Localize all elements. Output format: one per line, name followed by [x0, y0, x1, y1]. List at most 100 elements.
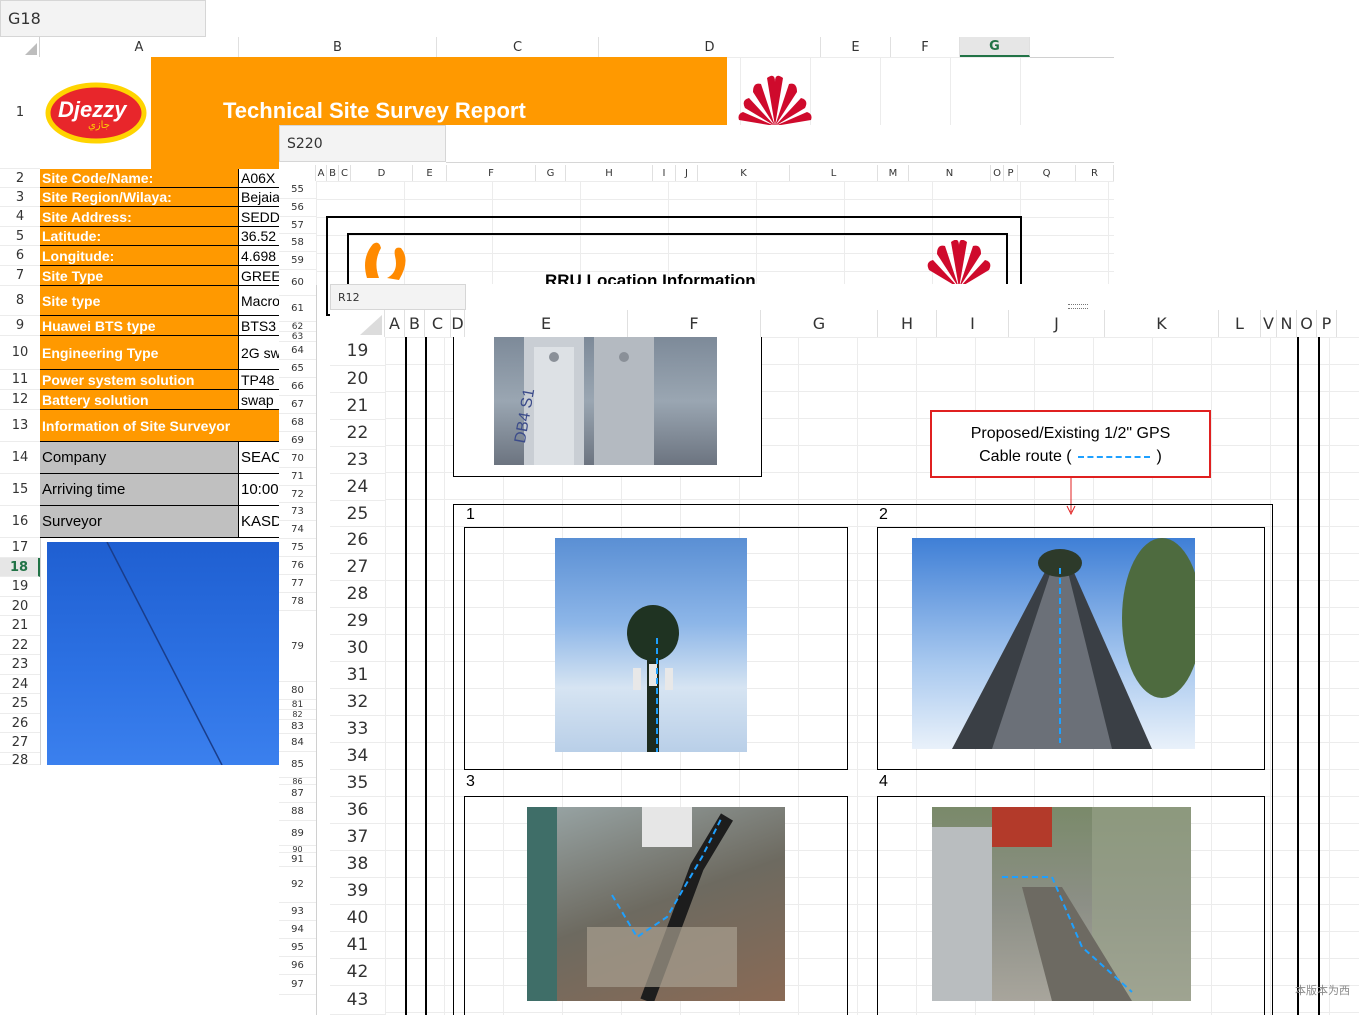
row-29[interactable]: 29 — [330, 608, 385, 635]
field-value[interactable]: KASD — [238, 506, 280, 538]
row-40[interactable]: 40 — [330, 905, 385, 932]
row-32[interactable]: 32 — [330, 689, 385, 716]
row-97[interactable]: 97 — [279, 975, 316, 995]
field-value[interactable]: 36.52 — [238, 227, 280, 246]
row-4[interactable]: 4 — [0, 207, 40, 227]
col-D[interactable]: D — [599, 37, 821, 57]
row-96[interactable]: 96 — [279, 957, 316, 975]
row-9[interactable]: 9 — [0, 316, 40, 336]
row-56[interactable]: 56 — [279, 199, 316, 217]
row-35[interactable]: 35 — [330, 770, 385, 797]
name-box[interactable]: G18 — [0, 0, 206, 37]
row-81[interactable]: 81 — [279, 700, 316, 710]
row-28[interactable]: 28 — [330, 581, 385, 608]
select-all-corner[interactable] — [330, 310, 385, 337]
col-D[interactable]: D — [351, 165, 413, 181]
col-V[interactable]: V — [1261, 310, 1277, 337]
row-13[interactable]: 13 — [0, 410, 40, 442]
col-B[interactable]: B — [327, 165, 339, 181]
row-28[interactable]: 28 — [0, 753, 40, 765]
row-11[interactable]: 11 — [0, 370, 40, 390]
formula-bar[interactable] — [446, 125, 1114, 163]
row-64[interactable]: 64 — [279, 342, 316, 360]
row-71[interactable]: 71 — [279, 468, 316, 486]
col-I[interactable]: I — [937, 310, 1009, 337]
col-O[interactable]: O — [991, 165, 1004, 181]
row-60[interactable]: 60 — [279, 270, 316, 296]
row-22[interactable]: 22 — [330, 420, 385, 447]
row-24[interactable]: 24 — [0, 675, 40, 694]
row-59[interactable]: 59 — [279, 252, 316, 270]
field-value[interactable]: Bejaia — [238, 188, 280, 207]
row-85[interactable]: 85 — [279, 752, 316, 778]
row-70[interactable]: 70 — [279, 450, 316, 468]
col-G[interactable]: G — [536, 165, 566, 181]
row-21[interactable]: 21 — [0, 616, 40, 636]
row-89[interactable]: 89 — [279, 821, 316, 846]
row-3[interactable]: 3 — [0, 188, 40, 207]
col-Q[interactable]: Q — [1018, 165, 1076, 181]
col-E[interactable]: E — [465, 310, 628, 337]
row-90[interactable]: 90 — [279, 845, 316, 854]
field-value[interactable]: 2G sw — [238, 336, 280, 370]
row-94[interactable]: 94 — [279, 921, 316, 939]
row-27[interactable]: 27 — [330, 554, 385, 581]
col-I[interactable]: I — [653, 165, 676, 181]
row-26[interactable]: 26 — [330, 527, 385, 554]
row-95[interactable]: 95 — [279, 939, 316, 957]
row-5[interactable]: 5 — [0, 227, 40, 246]
col-P[interactable]: P — [1317, 310, 1337, 337]
row-20[interactable]: 20 — [0, 597, 40, 616]
select-all-corner[interactable] — [279, 165, 316, 181]
col-C[interactable]: C — [425, 310, 451, 337]
row-8[interactable]: 8 — [0, 286, 40, 316]
row-92[interactable]: 92 — [279, 867, 316, 903]
col-C[interactable]: C — [437, 37, 599, 57]
formula-bar[interactable] — [466, 284, 1359, 310]
col-R[interactable]: R — [1076, 165, 1114, 181]
col-A[interactable]: A — [385, 310, 405, 337]
row-34[interactable]: 34 — [330, 743, 385, 770]
row-69[interactable]: 69 — [279, 432, 316, 450]
row-7[interactable]: 7 — [0, 266, 40, 286]
row-88[interactable]: 88 — [279, 803, 316, 821]
row-72[interactable]: 72 — [279, 486, 316, 503]
row-75[interactable]: 75 — [279, 539, 316, 557]
select-all-corner[interactable] — [0, 37, 40, 57]
col-B[interactable]: B — [239, 37, 437, 57]
row-41[interactable]: 41 — [330, 932, 385, 959]
col-K[interactable]: K — [698, 165, 790, 181]
col-H[interactable]: H — [878, 310, 937, 337]
col-E[interactable]: E — [821, 37, 891, 57]
row-80[interactable]: 80 — [279, 682, 316, 700]
row-65[interactable]: 65 — [279, 360, 316, 378]
col-J[interactable]: J — [676, 165, 698, 181]
row-67[interactable]: 67 — [279, 396, 316, 414]
col-A[interactable]: A — [316, 165, 327, 181]
col-A[interactable]: A — [40, 37, 239, 57]
row-57[interactable]: 57 — [279, 217, 316, 234]
row-27[interactable]: 27 — [0, 733, 40, 753]
name-box[interactable]: R12 — [330, 284, 466, 310]
col-F[interactable]: F — [628, 310, 761, 337]
row-91[interactable]: 91 — [279, 853, 316, 867]
row-21[interactable]: 21 — [330, 393, 385, 420]
col-G[interactable]: G — [960, 37, 1030, 57]
row-77[interactable]: 77 — [279, 575, 316, 593]
col-F[interactable]: F — [447, 165, 536, 181]
row-86[interactable]: 86 — [279, 777, 316, 786]
row-63[interactable]: 63 — [279, 332, 316, 342]
row-26[interactable]: 26 — [0, 714, 40, 733]
row-82[interactable]: 82 — [279, 710, 316, 720]
row-18[interactable]: 18 — [0, 558, 40, 577]
col-J[interactable]: J — [1009, 310, 1105, 337]
field-value[interactable]: TP48 — [238, 370, 280, 390]
row-38[interactable]: 38 — [330, 851, 385, 878]
col-N[interactable]: N — [909, 165, 991, 181]
row-93[interactable]: 93 — [279, 903, 316, 921]
row-43[interactable]: 43 — [330, 986, 385, 1015]
row-74[interactable]: 74 — [279, 521, 316, 539]
field-value[interactable]: A06X — [238, 169, 280, 188]
field-value[interactable]: Macro — [238, 286, 280, 316]
row-16[interactable]: 16 — [0, 506, 40, 538]
